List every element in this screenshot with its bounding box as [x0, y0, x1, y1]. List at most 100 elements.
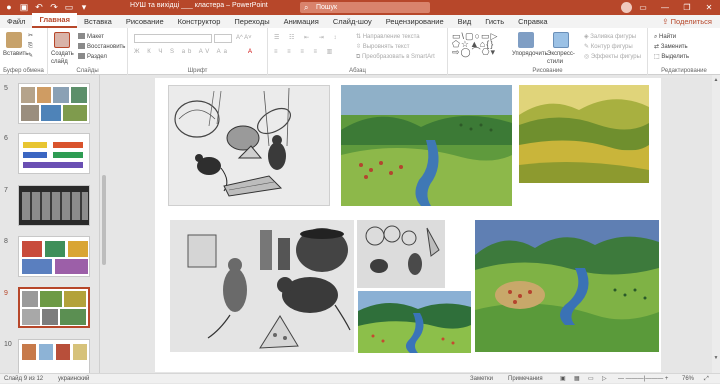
- thumb-arrow: [23, 152, 47, 158]
- replace-button[interactable]: ⇄ Заменить: [654, 43, 688, 51]
- select-button[interactable]: ⬚ Выделить: [654, 53, 689, 61]
- align-text-button[interactable]: ⇳ Выровнять текст: [356, 43, 409, 51]
- new-slide-icon[interactable]: [54, 32, 70, 48]
- slide-thumbnail-8[interactable]: [18, 236, 90, 277]
- hills-painting: [519, 85, 649, 183]
- tab-help-2[interactable]: Гисть: [478, 15, 511, 28]
- arrange-button[interactable]: Упорядочить: [512, 50, 548, 58]
- slide-thumbnail-7[interactable]: [18, 185, 90, 226]
- grow-font-icon[interactable]: A^ A˅: [236, 34, 252, 42]
- paragraph-group: ☰ ☷ ⇤ ⇥ ↕ ≡ ≡ ≡ ≡ ▥ ⇅ Направление текста…: [268, 28, 448, 75]
- slide-thumbnail-6[interactable]: [18, 133, 90, 174]
- effects-icon: ◎: [584, 54, 591, 60]
- slide-thumbnail-5[interactable]: [18, 83, 90, 124]
- font-color-icon[interactable]: A: [248, 48, 252, 56]
- align-buttons[interactable]: ≡ ≡ ≡ ≡ ▥: [274, 48, 336, 56]
- shape-effects-button[interactable]: ◎ Эффекты фигуры: [584, 53, 641, 61]
- thumb-image: [22, 309, 40, 325]
- tab-animations[interactable]: Анимация: [277, 15, 326, 28]
- scroll-up-icon[interactable]: ▲: [713, 77, 719, 83]
- scroll-down-icon[interactable]: ▼: [713, 355, 719, 361]
- thumb-image: [40, 291, 62, 307]
- text-direction-icon: ⇅: [356, 34, 363, 40]
- redo-icon[interactable]: ↷: [49, 2, 59, 13]
- canvas-scrollbar[interactable]: ▲ ▼: [712, 75, 720, 373]
- cut-icon[interactable]: ✂: [28, 32, 33, 40]
- slide-thumbnail-10[interactable]: [18, 339, 90, 373]
- copy-icon[interactable]: ⎘: [28, 42, 33, 50]
- thumb-image: [71, 87, 87, 103]
- align-text-icon: ⇳: [356, 44, 363, 50]
- thumb-image: [21, 87, 35, 103]
- pencil-drawing-small-mice[interactable]: [357, 220, 445, 288]
- format-painter-icon[interactable]: ✎: [28, 52, 33, 60]
- shape-outline-label: Контур фигуры: [590, 44, 633, 50]
- small-mice-sketch: [357, 220, 445, 288]
- tab-transitions[interactable]: Переходы: [227, 15, 276, 28]
- smartart-button[interactable]: ⧉ Преобразовать в SmartArt: [356, 53, 435, 61]
- arrange-icon[interactable]: [518, 32, 534, 48]
- pencil-drawing-mice-bread[interactable]: [168, 85, 330, 206]
- shape-effects-label: Эффекты фигуры: [590, 54, 641, 60]
- tab-view[interactable]: Вид: [451, 15, 479, 28]
- drawing-group-label: Рисование: [532, 68, 563, 74]
- tab-file[interactable]: Файл: [0, 15, 32, 28]
- autosave-icon[interactable]: ●: [4, 2, 14, 13]
- customize-qat-icon[interactable]: ▾: [79, 2, 89, 13]
- undo-icon[interactable]: ↶: [34, 2, 44, 13]
- text-direction-button[interactable]: ⇅ Направление текста: [356, 33, 420, 41]
- pencil-drawing-mice-cheese[interactable]: [170, 220, 354, 352]
- quick-styles-button[interactable]: Экспресс-стили: [547, 50, 577, 66]
- thumbnail-scrollbar[interactable]: [102, 175, 106, 265]
- tab-insert[interactable]: Вставка: [77, 15, 119, 28]
- watercolor-green-valley[interactable]: [341, 85, 512, 206]
- reset-button[interactable]: Восстановить: [78, 43, 125, 51]
- font-format-buttons[interactable]: Ж К Ч S ab AV Aa: [134, 48, 230, 56]
- quick-styles-icon[interactable]: [553, 32, 569, 48]
- tab-home[interactable]: Главная: [32, 13, 77, 28]
- avatar[interactable]: [621, 2, 632, 13]
- tab-draw[interactable]: Рисование: [119, 15, 171, 28]
- font-size-select[interactable]: [214, 34, 232, 43]
- tab-slideshow[interactable]: Слайд-шоу: [326, 15, 379, 28]
- reset-label: Восстановить: [87, 44, 126, 50]
- watercolor-landscape-large[interactable]: [475, 220, 659, 352]
- slide-thumbnail-9[interactable]: [18, 287, 90, 328]
- slide-thumbnail-pane: 5 6 7 8 9 10: [0, 75, 100, 373]
- watercolor-yellow-hills[interactable]: [519, 85, 649, 183]
- paste-button[interactable]: Вставить: [3, 50, 28, 58]
- tab-design[interactable]: Конструктор: [171, 15, 228, 28]
- thumb-image: [68, 241, 88, 257]
- shape-fill-button[interactable]: ◈ Заливка фигуры: [584, 33, 636, 41]
- replace-label: Заменить: [660, 44, 688, 50]
- section-label: Раздел: [87, 54, 107, 60]
- ribbon-display-icon[interactable]: ▭: [632, 0, 654, 15]
- watercolor-river[interactable]: [358, 291, 471, 353]
- font-name-select[interactable]: [134, 34, 212, 43]
- slide-number: 9: [4, 290, 8, 297]
- search-input[interactable]: ⌕ Пошук: [300, 2, 430, 13]
- section-button[interactable]: Раздел: [78, 53, 107, 61]
- minimize-button[interactable]: —: [654, 0, 676, 15]
- paste-icon[interactable]: [6, 32, 22, 48]
- shapes-gallery[interactable]: ▭\▢○▭▷ ⬠☆▲⌂{} ⇨◯⌒⎔▾: [452, 32, 498, 57]
- tab-help[interactable]: Справка: [511, 15, 554, 28]
- present-icon[interactable]: ▭: [64, 2, 74, 13]
- reset-icon: [78, 43, 85, 50]
- layout-button[interactable]: Макет: [78, 33, 104, 41]
- find-button[interactable]: ⌕ Найти: [654, 33, 676, 41]
- restore-button[interactable]: ❐: [676, 0, 698, 15]
- shape-outline-button[interactable]: ✎ Контур фигуры: [584, 43, 633, 51]
- slide-number: 7: [4, 187, 8, 194]
- find-label: Найти: [659, 34, 677, 40]
- close-button[interactable]: ✕: [698, 0, 720, 15]
- tab-review[interactable]: Рецензирование: [379, 15, 451, 28]
- share-button[interactable]: ⇪ Поделиться: [662, 15, 712, 28]
- clipboard-group: Вставить ✂ ⎘ ✎ Буфер обмена: [0, 28, 48, 75]
- new-slide-button[interactable]: Создать слайд: [51, 50, 75, 66]
- save-icon[interactable]: ▣: [19, 2, 29, 13]
- slide[interactable]: [155, 78, 661, 372]
- slide-canvas: [108, 75, 712, 373]
- list-buttons[interactable]: ☰ ☷ ⇤ ⇥ ↕: [274, 34, 340, 42]
- document-title: НУШ та вихідці ___ кластера – PowerPoint: [130, 2, 268, 9]
